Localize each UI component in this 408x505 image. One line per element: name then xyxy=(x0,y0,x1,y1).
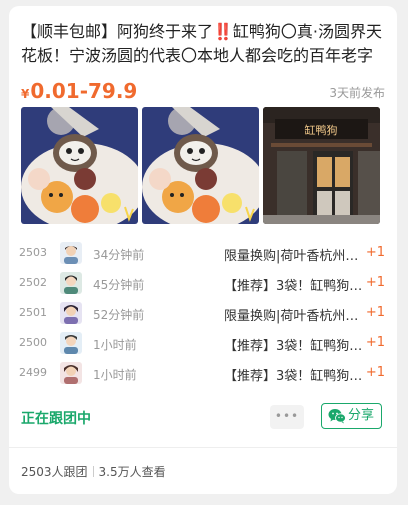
order-row[interactable]: 2501 52分钟前 限量换购|荷叶香杭州酱鸭 +1 xyxy=(19,298,387,328)
order-time: 1小时前 xyxy=(93,338,137,352)
price-range: ¥0.01-79.9 xyxy=(21,76,137,109)
order-quantity: +1 xyxy=(365,245,385,260)
order-product: 限量换购|荷叶香杭州酱鸭 xyxy=(224,249,368,264)
order-number: 2500 xyxy=(19,336,47,349)
wechat-icon xyxy=(328,408,346,424)
avatar xyxy=(60,332,82,354)
order-product: 【推荐】3袋！缸鸭狗汤圆 xyxy=(224,339,368,354)
order-quantity: +1 xyxy=(365,275,385,290)
order-row[interactable]: 2502 45分钟前 【推荐】3袋！缸鸭狗汤圆 +1 xyxy=(19,268,387,298)
post-title[interactable]: 【顺丰包邮】阿狗终于来了‼️缸鸭狗〇真·汤圆界天花板！宁波汤圆的代表〇本地人都会… xyxy=(21,20,387,68)
order-list: 2503 34分钟前 限量换购|荷叶香杭州酱鸭 +1 2502 45分钟前 【推… xyxy=(19,238,387,388)
tangyuan-bowl-image[interactable] xyxy=(21,107,138,224)
shop-storefront-image[interactable]: 缸鸭狗 xyxy=(263,107,380,224)
views-count: 3.5万人查看 xyxy=(98,465,166,479)
order-quantity: +1 xyxy=(365,365,385,380)
image-gallery: 缸鸭狗 xyxy=(21,107,382,224)
order-product: 【推荐】3袋！缸鸭狗汤圆 xyxy=(224,369,368,384)
order-quantity: +1 xyxy=(365,305,385,320)
posted-time: 3天前发布 xyxy=(329,86,385,100)
order-row[interactable]: 2500 1小时前 【推荐】3袋！缸鸭狗汤圆 +1 xyxy=(19,328,387,358)
order-row[interactable]: 2503 34分钟前 限量换购|荷叶香杭州酱鸭 +1 xyxy=(19,238,387,268)
avatar xyxy=(60,272,82,294)
order-row[interactable]: 2499 1小时前 【推荐】3袋！缸鸭狗汤圆 +1 xyxy=(19,358,387,388)
order-number: 2503 xyxy=(19,246,47,259)
order-time: 1小时前 xyxy=(93,368,137,382)
share-label: 分享 xyxy=(348,408,375,423)
order-number: 2502 xyxy=(19,276,47,289)
share-button[interactable]: 分享 xyxy=(321,403,382,429)
group-status: 正在跟团中 xyxy=(21,411,91,427)
svg-text:缸鸭狗: 缸鸭狗 xyxy=(305,123,338,137)
price-value: 0.01-79.9 xyxy=(30,79,138,103)
divider xyxy=(9,447,397,448)
tangyuan-bowl-image[interactable] xyxy=(142,107,259,224)
order-quantity: +1 xyxy=(365,335,385,350)
order-time: 52分钟前 xyxy=(93,308,145,322)
currency-symbol: ¥ xyxy=(21,87,30,101)
avatar xyxy=(60,302,82,324)
stats-footer: 2503人跟团 3.5万人查看 xyxy=(21,463,166,480)
order-time: 34分钟前 xyxy=(93,248,145,262)
followers-count: 2503人跟团 xyxy=(21,465,88,479)
more-button[interactable]: ••• xyxy=(270,405,304,429)
order-product: 限量换购|荷叶香杭州酱鸭 xyxy=(224,309,368,324)
avatar xyxy=(60,242,82,264)
order-number: 2499 xyxy=(19,366,47,379)
order-number: 2501 xyxy=(19,306,47,319)
order-time: 45分钟前 xyxy=(93,278,145,292)
group-buy-card[interactable]: 【顺丰包邮】阿狗终于来了‼️缸鸭狗〇真·汤圆界天花板！宁波汤圆的代表〇本地人都会… xyxy=(9,6,397,494)
price-row: ¥0.01-79.9 3天前发布 xyxy=(21,76,387,106)
avatar xyxy=(60,362,82,384)
separator xyxy=(92,466,94,477)
order-product: 【推荐】3袋！缸鸭狗汤圆 xyxy=(224,279,368,294)
